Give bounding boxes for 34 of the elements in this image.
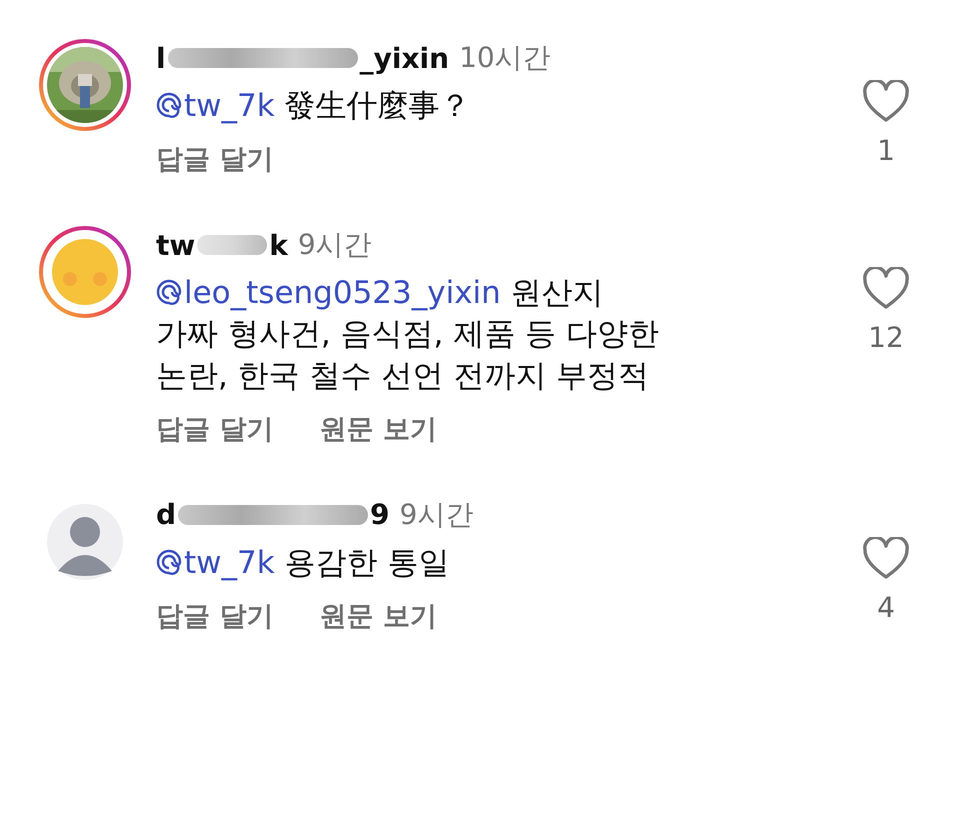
mention-link[interactable]: leo_tseng0523_yixin — [156, 275, 501, 312]
like-count: 1 — [877, 134, 895, 167]
mention-link[interactable]: tw_7k — [156, 88, 275, 124]
username[interactable]: l — [156, 42, 166, 74]
comment-text: leo_tseng0523_yixin 원산지 가짜 형사건, 음식점, 제품 등 다양한 논란, 한국 철수 선언 전까지 부정적 — [156, 274, 660, 396]
timestamp: 10시간 — [459, 40, 551, 76]
like-count: 4 — [877, 590, 895, 624]
username[interactable]: _yixin — [360, 42, 450, 74]
timestamp: 9시간 — [298, 227, 372, 264]
username[interactable]: 9 — [370, 498, 390, 532]
timestamp: 9시간 — [400, 496, 474, 533]
heart-icon[interactable] — [862, 536, 910, 581]
mention-icon — [156, 92, 182, 118]
redaction-scribble — [197, 235, 268, 256]
avatar[interactable] — [38, 38, 132, 132]
action-link[interactable]: 원문 보기 — [319, 410, 437, 447]
username[interactable]: k — [269, 228, 288, 262]
comment-text: tw_7k 發生什麼事？ — [156, 86, 841, 128]
like-count: 12 — [868, 321, 904, 354]
username[interactable]: d — [156, 498, 176, 532]
action-link[interactable]: 원문 보기 — [319, 598, 437, 634]
heart-icon[interactable] — [862, 80, 910, 124]
action-link[interactable]: 답글 달기 — [156, 141, 274, 178]
action-link[interactable]: 답글 달기 — [156, 410, 274, 447]
cartoon-avatar-drawing — [52, 239, 118, 306]
username[interactable]: tw — [156, 228, 196, 262]
default-avatar-icon — [47, 504, 123, 580]
mention-icon — [156, 279, 182, 306]
heart-icon[interactable] — [862, 267, 910, 312]
mention-link[interactable]: tw_7k — [156, 544, 275, 581]
avatar[interactable] — [38, 225, 132, 320]
comment-text: tw_7k 용감한 통일 — [156, 542, 841, 584]
mention-icon — [156, 548, 182, 575]
action-link[interactable]: 답글 달기 — [156, 598, 274, 634]
